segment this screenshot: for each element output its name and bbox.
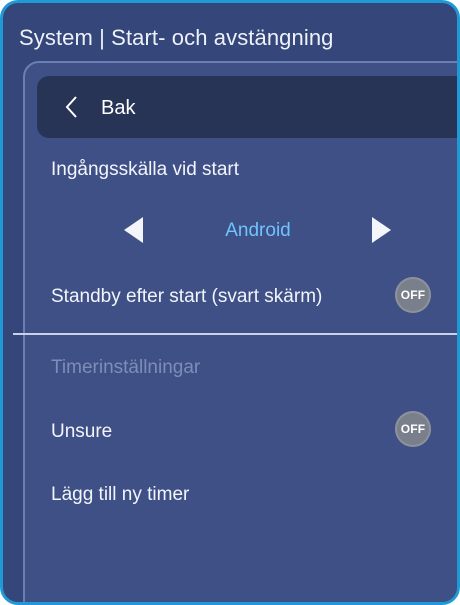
triangle-right-icon[interactable] — [372, 217, 391, 243]
settings-window: System | Start- och avstängning Bak Ingå… — [0, 0, 460, 605]
back-button-label[interactable]: Bak — [101, 97, 135, 120]
divider — [13, 333, 457, 335]
unsure-toggle[interactable]: OFF — [395, 411, 431, 447]
triangle-left-icon[interactable] — [124, 217, 143, 243]
page-title: System | Start- och avstängning — [19, 25, 334, 50]
add-timer-item[interactable]: Lägg till ny timer — [51, 484, 189, 506]
standby-label[interactable]: Standby efter start (svart skärm) — [51, 286, 322, 308]
input-source-label[interactable]: Ingångsskälla vid start — [51, 159, 239, 181]
timer-section-heading: Timerinställningar — [51, 357, 201, 378]
unsure-label[interactable]: Unsure — [51, 421, 112, 443]
chevron-left-icon[interactable] — [65, 95, 77, 119]
standby-toggle[interactable]: OFF — [395, 277, 431, 313]
input-source-value[interactable]: Android — [188, 220, 328, 242]
